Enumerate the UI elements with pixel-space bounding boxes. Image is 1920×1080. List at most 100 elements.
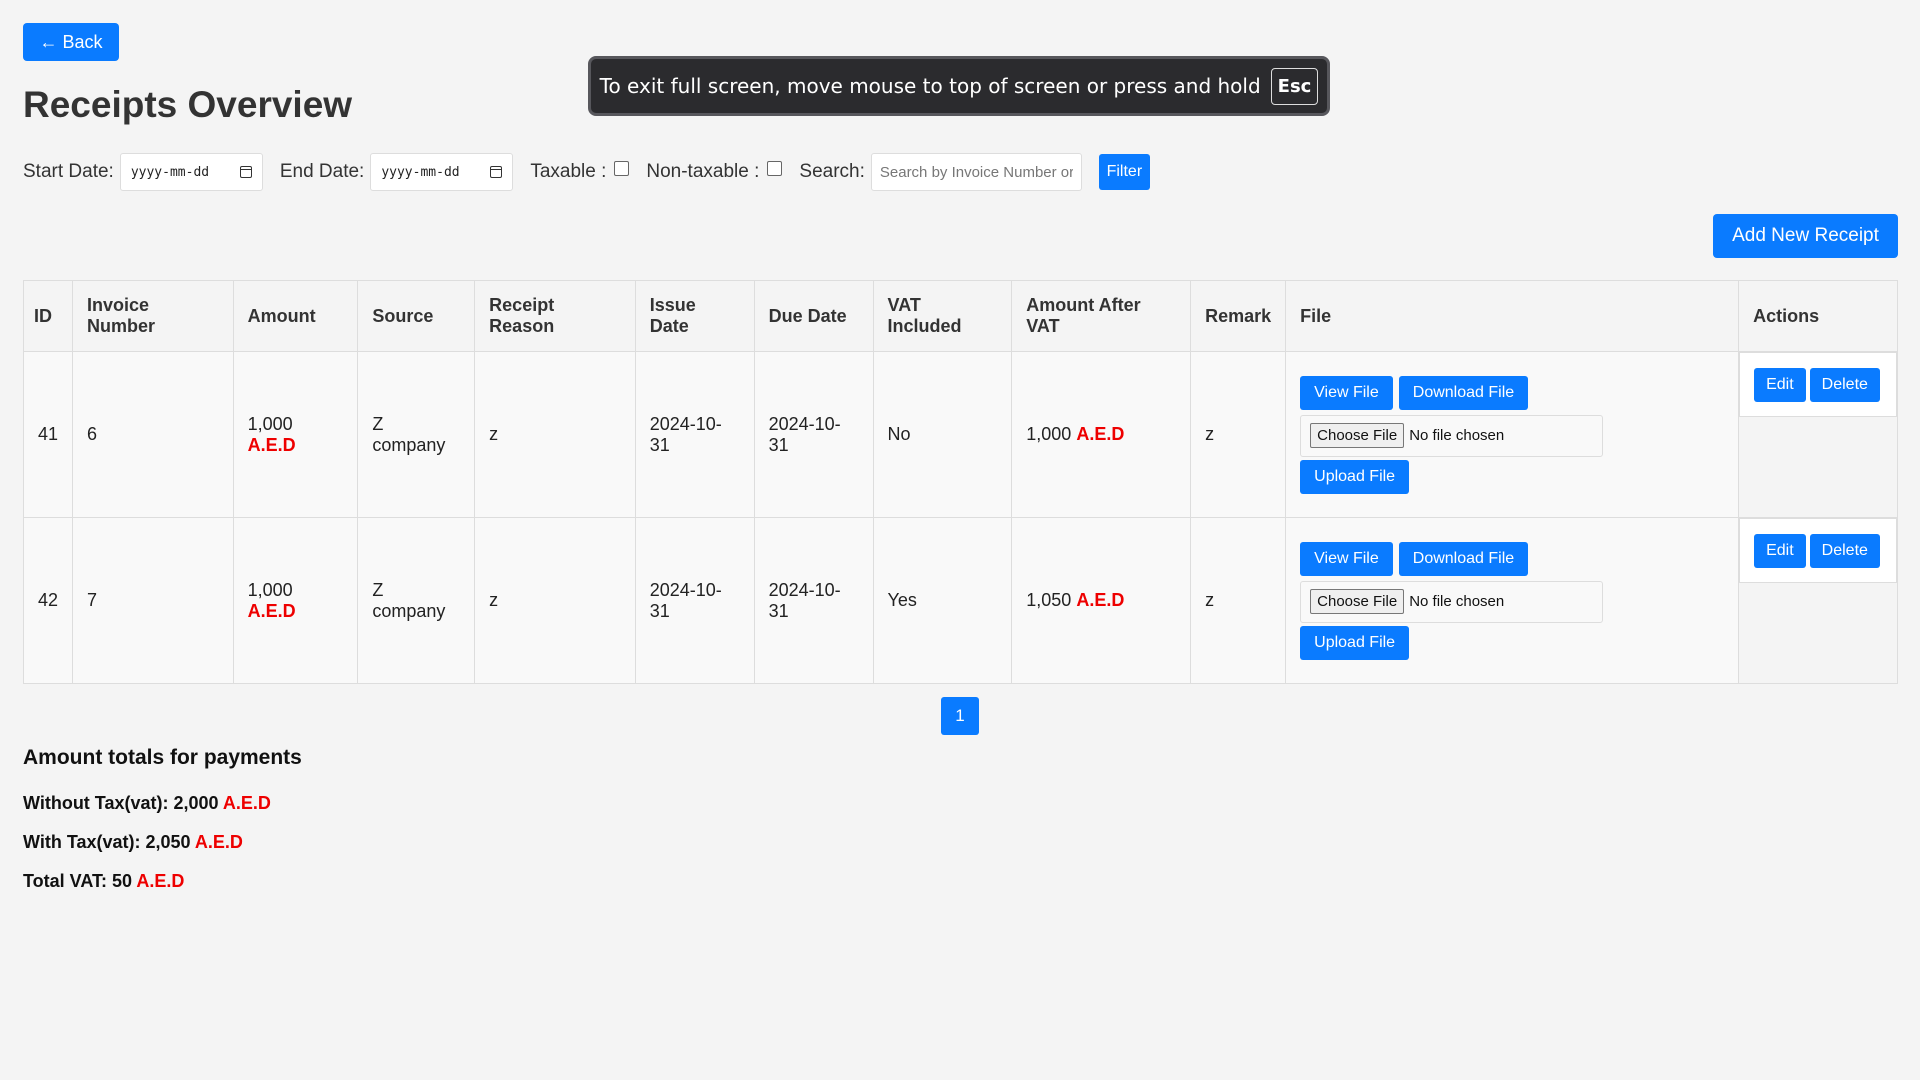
cell-issue-date: 2024-10-31 [634, 351, 755, 518]
taxable-checkbox[interactable] [614, 160, 630, 176]
total-vat-text: Total VAT: 50 [23, 871, 133, 891]
search-input[interactable] [870, 153, 1082, 191]
no-file-text: No file chosen [1409, 593, 1505, 610]
currency-label: A.E.D [1076, 424, 1125, 444]
cell-source: Z company [357, 517, 476, 684]
totals-section: Amount totals for payments Without Tax(v… [23, 746, 302, 891]
header-amount: Amount [232, 280, 359, 352]
cell-amount-after-vat: 1,050 A.E.D [1011, 517, 1192, 684]
due-date-text: 2024-10-31 [768, 579, 841, 621]
currency-label: A.E.D [194, 832, 243, 852]
currency-label: A.E.D [247, 434, 296, 455]
edit-button[interactable]: Edit [1754, 367, 1806, 402]
header-invoice-number: Invoice Number [72, 280, 234, 352]
no-file-text: No file chosen [1409, 427, 1505, 444]
currency-label: A.E.D [1076, 590, 1125, 610]
cell-id: 41 [22, 351, 74, 518]
source-text: Z company [372, 413, 446, 455]
cell-amount-after-vat: 1,000 A.E.D [1011, 351, 1192, 518]
choose-file-button[interactable]: Choose File [1310, 589, 1405, 614]
header-invoice-number-text: Invoice Number [87, 295, 156, 336]
fullscreen-exit-banner: To exit full screen, move mouse to top o… [588, 56, 1330, 116]
esc-key-badge: Esc [1270, 67, 1319, 105]
taxable-label: Taxable : [530, 161, 607, 182]
cell-reason: z [474, 351, 636, 518]
download-file-button[interactable]: Download File [1398, 375, 1529, 410]
start-date-value: yyyy-mm-dd [130, 164, 210, 180]
pagination-page-button[interactable]: 1 [941, 697, 979, 735]
end-date-value: yyyy-mm-dd [381, 164, 460, 180]
upload-file-button[interactable]: Upload File [1300, 625, 1410, 660]
cell-file: View File Download File Choose File No f… [1285, 517, 1740, 684]
cell-reason: z [474, 517, 636, 684]
issue-date-text: 2024-10-31 [649, 413, 722, 455]
currency-label: A.E.D [247, 600, 296, 621]
edit-button[interactable]: Edit [1754, 533, 1806, 568]
nontaxable-checkbox[interactable] [767, 160, 783, 176]
cell-actions: Edit Delete [1738, 351, 1898, 518]
start-date-input[interactable]: yyyy-mm-dd [119, 153, 263, 191]
download-file-button[interactable]: Download File [1398, 541, 1529, 576]
cell-amount: 1,000 A.E.D [232, 517, 359, 684]
table-header-row: ID Invoice Number Amount Source Receipt … [22, 280, 1898, 352]
cell-remark: z [1190, 517, 1287, 684]
header-receipt-reason-text: Receipt Reason [489, 295, 555, 336]
header-due-date: Due Date [753, 280, 874, 352]
header-issue-date: Issue Date [634, 280, 755, 352]
header-amount-after-vat-text: Amount After VAT [1026, 295, 1141, 336]
calendar-icon[interactable] [239, 166, 252, 178]
start-date-label: Start Date: [23, 161, 114, 182]
nontaxable-label: Non-taxable : [646, 161, 760, 182]
header-vat-included: VAT Included [872, 280, 1013, 352]
cell-invoice: 6 [72, 351, 234, 518]
header-actions: Actions [1738, 280, 1898, 352]
add-new-receipt-button[interactable]: Add New Receipt [1713, 214, 1898, 258]
issue-date-text: 2024-10-31 [649, 579, 722, 621]
end-date-input[interactable]: yyyy-mm-dd [370, 153, 514, 191]
with-tax-text: With Tax(vat): 2,050 [23, 832, 191, 852]
back-button[interactable]: ← Back [23, 23, 119, 61]
without-tax-text: Without Tax(vat): 2,000 [23, 793, 219, 813]
cell-source: Z company [357, 351, 476, 518]
totals-heading: Amount totals for payments [23, 746, 302, 769]
view-file-button[interactable]: View File [1300, 541, 1393, 576]
file-input[interactable]: Choose File No file chosen [1300, 414, 1604, 457]
receipts-table: ID Invoice Number Amount Source Receipt … [22, 280, 1898, 684]
cell-remark: z [1190, 351, 1287, 518]
total-vat: Total VAT: 50 A.E.D [23, 871, 184, 892]
file-input[interactable]: Choose File No file chosen [1300, 580, 1604, 623]
delete-button[interactable]: Delete [1809, 533, 1880, 568]
table-row: 42 7 1,000 A.E.D Z company z 2024-10-31 2… [22, 517, 1898, 684]
delete-button[interactable]: Delete [1809, 367, 1880, 402]
currency-label: A.E.D [136, 871, 185, 891]
page-title: Receipts Overview [23, 84, 353, 125]
cell-due-date: 2024-10-31 [753, 517, 874, 684]
filter-button[interactable]: Filter [1098, 154, 1150, 190]
with-tax-total: With Tax(vat): 2,050 A.E.D [23, 832, 243, 853]
cell-due-date: 2024-10-31 [753, 351, 874, 518]
cell-file: View File Download File Choose File No f… [1285, 351, 1740, 518]
due-date-text: 2024-10-31 [768, 413, 841, 455]
amount-value: 1,000 [247, 413, 293, 434]
choose-file-button[interactable]: Choose File [1310, 423, 1405, 448]
cell-id: 42 [22, 517, 74, 684]
header-file: File [1285, 280, 1740, 352]
header-source: Source [357, 280, 476, 352]
cell-issue-date: 2024-10-31 [634, 517, 755, 684]
without-tax-total: Without Tax(vat): 2,000 A.E.D [23, 793, 271, 814]
currency-label: A.E.D [222, 793, 271, 813]
header-amount-after-vat: Amount After VAT [1011, 280, 1192, 352]
view-file-button[interactable]: View File [1300, 375, 1393, 410]
after-vat-value: 1,050 [1026, 590, 1072, 610]
header-receipt-reason: Receipt Reason [474, 280, 636, 352]
cell-vat-included: Yes [872, 517, 1013, 684]
header-vat-included-text: VAT Included [887, 295, 962, 336]
filter-bar: Start Date: yyyy-mm-dd End Date: yyyy-mm… [23, 153, 1150, 191]
search-label: Search: [799, 161, 865, 182]
end-date-label: End Date: [279, 161, 365, 182]
cell-actions: Edit Delete [1738, 517, 1898, 684]
table-row: 41 6 1,000 A.E.D Z company z 2024-10-31 2… [22, 351, 1898, 518]
header-id: ID [22, 280, 74, 352]
upload-file-button[interactable]: Upload File [1300, 459, 1410, 494]
calendar-icon[interactable] [490, 166, 503, 178]
